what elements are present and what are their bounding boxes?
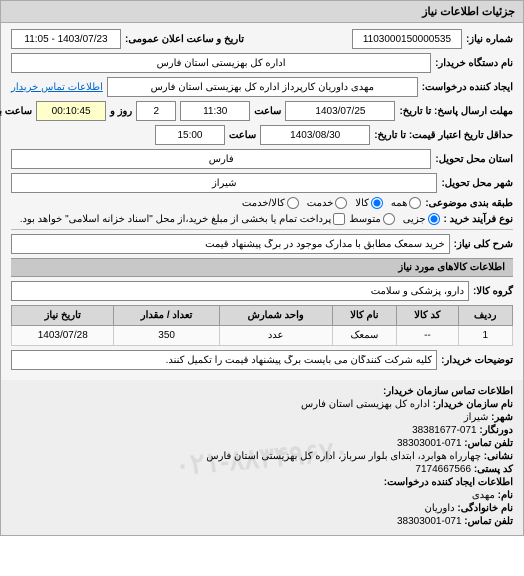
th-code: کد کالا: [397, 306, 458, 326]
contact-lastname: داوریان: [425, 503, 455, 514]
category-radio-group: همه کالا خدمت کالا/خدمت: [242, 197, 421, 209]
buy-type-radio-group: جزیی متوسط: [349, 213, 439, 225]
row-goods-group: گروه کالا:: [11, 281, 513, 301]
th-row: ردیف: [458, 306, 512, 326]
contact-city: شیراز: [464, 412, 489, 423]
th-qty: تعداد / مقدار: [114, 306, 219, 326]
radio-minor[interactable]: جزیی: [403, 213, 440, 225]
deadline-time-input[interactable]: [180, 101, 250, 121]
category-label: طبقه بندی موضوعی:: [425, 198, 513, 209]
cell-unit: عدد: [219, 326, 332, 346]
panel-title: جزئیات اطلاعات نیاز: [1, 1, 523, 23]
contact-req-phone: 071-38303001: [397, 516, 462, 527]
buyer-note-label: توضیحات خریدار:: [441, 355, 513, 366]
province-input[interactable]: [11, 149, 431, 169]
details-panel: جزئیات اطلاعات نیاز شماره نیاز: تاریخ و …: [0, 0, 524, 536]
radio-goods[interactable]: کالا: [355, 197, 383, 209]
buyer-org-label: نام دستگاه خریدار:: [435, 58, 513, 69]
cell-name: سمعک: [332, 326, 397, 346]
row-buyer-org: نام دستگاه خریدار:: [11, 53, 513, 73]
buyer-note-input[interactable]: [11, 350, 437, 370]
need-number-input[interactable]: [352, 29, 462, 49]
requester-input[interactable]: [107, 77, 418, 97]
contact-req-phone-label: تلفن تماس:: [464, 516, 513, 527]
city-label: شهر محل تحویل:: [441, 178, 513, 189]
row-buy-type: نوع فرآیند خرید : جزیی متوسط پرداخت تمام…: [11, 213, 513, 225]
contact-city-label: شهر:: [491, 412, 513, 423]
validity-time-label: ساعت: [229, 130, 256, 141]
contact-fax-label: دورنگار:: [479, 425, 513, 436]
buyer-contact-link[interactable]: اطلاعات تماس خریدار: [11, 82, 103, 93]
buy-type-label: نوع فرآیند خرید :: [444, 214, 513, 225]
contact-org: اداره کل بهزیستی استان فارس: [301, 399, 430, 410]
divider: [11, 229, 513, 230]
th-date: تاریخ نیاز: [12, 306, 114, 326]
treasury-checkbox[interactable]: پرداخت تمام یا بخشی از مبلغ خرید،از محل …: [20, 213, 346, 225]
row-province: استان محل تحویل:: [11, 149, 513, 169]
table-header-row: ردیف کد کالا نام کالا واحد شمارش تعداد /…: [12, 306, 513, 326]
row-requester: ایجاد کننده درخواست: اطلاعات تماس خریدار: [11, 77, 513, 97]
goods-group-label: گروه کالا:: [473, 286, 513, 297]
cell-code: --: [397, 326, 458, 346]
contact-phone-label: تلفن تماس:: [464, 438, 513, 449]
row-deadline: مهلت ارسال پاسخ: تا تاریخ: ساعت روز و سا…: [11, 101, 513, 121]
table-row: 1 -- سمعک عدد 350 1403/07/28: [12, 326, 513, 346]
radio-medium[interactable]: متوسط: [349, 213, 394, 225]
contact-address: چهارراه هوابرد، ابتدای بلوار سرباز، ادار…: [206, 451, 481, 462]
deadline-label: مهلت ارسال پاسخ: تا تاریخ:: [399, 106, 513, 117]
deadline-date-input[interactable]: [285, 101, 395, 121]
announce-label: تاریخ و ساعت اعلان عمومی:: [125, 34, 244, 45]
contact-fax: 071-38381677: [412, 425, 477, 436]
contact-lastname-label: نام خانوادگی:: [457, 503, 513, 514]
need-desc-label: شرح کلی نیاز:: [454, 239, 513, 250]
validity-date-input[interactable]: [260, 125, 370, 145]
radio-all[interactable]: همه: [391, 197, 421, 209]
need-number-label: شماره نیاز:: [466, 34, 513, 45]
row-buyer-note: توضیحات خریدار:: [11, 350, 513, 370]
validity-label: حداقل تاریخ اعتبار قیمت: تا تاریخ:: [374, 130, 513, 141]
radio-service[interactable]: خدمت: [307, 197, 348, 209]
validity-time-input[interactable]: [155, 125, 225, 145]
contact-org-label: نام سازمان خریدار:: [433, 399, 513, 410]
contact-name: مهدی: [472, 490, 495, 501]
goods-group-input[interactable]: [11, 281, 469, 301]
items-table: ردیف کد کالا نام کالا واحد شمارش تعداد /…: [11, 305, 513, 346]
contact-section: ۰۲۱-۸۸۳۴۹۶۷۰ اطلاعات تماس سازمان خریدار:…: [1, 380, 523, 535]
province-label: استان محل تحویل:: [435, 154, 513, 165]
row-category: طبقه بندی موضوعی: همه کالا خدمت کالا/خدم…: [11, 197, 513, 209]
deadline-remain-label: ساعت باقی مانده: [0, 106, 32, 117]
city-input[interactable]: [11, 173, 437, 193]
row-city: شهر محل تحویل:: [11, 173, 513, 193]
cell-date: 1403/07/28: [12, 326, 114, 346]
row-validity: حداقل تاریخ اعتبار قیمت: تا تاریخ: ساعت: [11, 125, 513, 145]
cell-qty: 350: [114, 326, 219, 346]
contact-postal-label: کد پستی:: [474, 464, 513, 475]
requester-section-title: اطلاعات ایجاد کننده درخواست:: [384, 477, 513, 488]
th-name: نام کالا: [332, 306, 397, 326]
contact-section-title: اطلاعات تماس سازمان خریدار:: [383, 386, 513, 397]
requester-label: ایجاد کننده درخواست:: [422, 82, 513, 93]
deadline-time-label: ساعت: [254, 106, 281, 117]
row-need-number: شماره نیاز: تاریخ و ساعت اعلان عمومی:: [11, 29, 513, 49]
announce-input[interactable]: [11, 29, 121, 49]
th-unit: واحد شمارش: [219, 306, 332, 326]
items-section-title: اطلاعات کالاهای مورد نیاز: [11, 258, 513, 277]
cell-row: 1: [458, 326, 512, 346]
need-desc-input[interactable]: [11, 234, 450, 254]
contact-phone: 071-38303001: [397, 438, 462, 449]
radio-goods-service[interactable]: کالا/خدمت: [242, 197, 299, 209]
buyer-org-input[interactable]: [11, 53, 431, 73]
deadline-days-input[interactable]: [136, 101, 176, 121]
contact-postal: 7174667566: [415, 464, 471, 475]
contact-name-label: نام:: [498, 490, 513, 501]
contact-address-label: نشانی:: [484, 451, 513, 462]
deadline-remain-input[interactable]: [36, 101, 106, 121]
row-need-desc: شرح کلی نیاز:: [11, 234, 513, 254]
panel-body: شماره نیاز: تاریخ و ساعت اعلان عمومی: نا…: [1, 23, 523, 380]
deadline-days-label: روز و: [110, 106, 132, 117]
